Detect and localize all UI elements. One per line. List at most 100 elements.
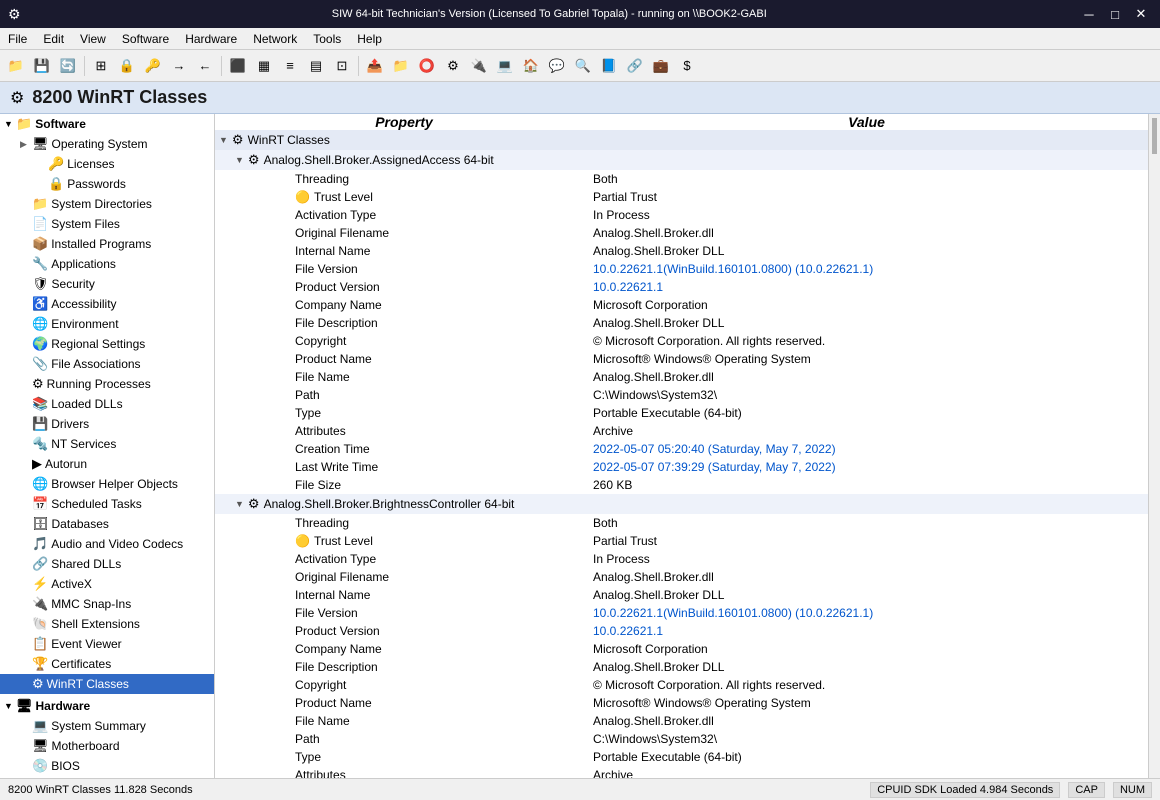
toolbar-btn-5[interactable]: ⊡ <box>330 54 354 78</box>
close-button[interactable]: ✕ <box>1130 4 1152 24</box>
sidebar-item-environment[interactable]: 🌐 Environment <box>0 314 214 334</box>
toolbar-back-btn[interactable]: ← <box>193 54 217 78</box>
sidebar-item-motherboard[interactable]: 🖥 Motherboard <box>0 736 214 756</box>
sidebar-item-drivers[interactable]: 💾 Drivers <box>0 414 214 434</box>
toolbar-case-btn[interactable]: 💼 <box>649 54 673 78</box>
sidebar-item-browser-helper-objects[interactable]: 🌐 Browser Helper Objects <box>0 474 214 494</box>
winrt-classes-root-row[interactable]: ▼ ⚙ WinRT Classes <box>215 130 1148 150</box>
toolbar-home-btn[interactable]: 🏠 <box>519 54 543 78</box>
toolbar-btn-3[interactable]: ≡ <box>278 54 302 78</box>
toolbar-plug-btn[interactable]: 🔌 <box>467 54 491 78</box>
scrollbar-thumb[interactable] <box>1150 116 1159 156</box>
toolbar-forward-btn[interactable]: → <box>167 54 191 78</box>
menu-item-edit[interactable]: Edit <box>35 30 72 48</box>
sidebar-item-event-viewer[interactable]: 📋 Event Viewer <box>0 634 214 654</box>
toolbar-key-btn[interactable]: 🔑 <box>141 54 165 78</box>
menu-item-tools[interactable]: Tools <box>305 30 349 48</box>
sidebar-item-applications[interactable]: 🔧 Applications <box>0 254 214 274</box>
val-company-name: Microsoft Corporation <box>585 296 1148 314</box>
sidebar-item-loaded-dlls[interactable]: 📚 Loaded DLLs <box>0 394 214 414</box>
toolbar-gear-btn[interactable]: ⚙ <box>441 54 465 78</box>
toolbar-link-btn[interactable]: 🔗 <box>623 54 647 78</box>
sidebar-item-file-associations[interactable]: 📎 File Associations <box>0 354 214 374</box>
sidebar-item-security[interactable]: 🛡 Security <box>0 274 214 294</box>
processes-icon: ⚙ <box>32 376 44 392</box>
mmc-icon: 🔌 <box>32 596 48 612</box>
sidebar-item-certificates[interactable]: 🏆 Certificates <box>0 654 214 674</box>
toolbar-search-btn[interactable]: 🔍 <box>571 54 595 78</box>
sidebar-item-audio-video[interactable]: 🎵 Audio and Video Codecs <box>0 534 214 554</box>
val-last-write-time: 2022-05-07 07:39:29 (Saturday, May 7, 20… <box>585 458 1148 476</box>
prop2-file-version: File Version <box>215 604 585 622</box>
sidebar-item-label: Loaded DLLs <box>51 397 122 411</box>
sidebar-item-accessibility[interactable]: ♿ Accessibility <box>0 294 214 314</box>
sidebar-item-licenses[interactable]: 🔑 Licenses <box>0 154 214 174</box>
toolbar-folder-btn[interactable]: 📁 <box>389 54 413 78</box>
menu-item-network[interactable]: Network <box>245 30 305 48</box>
sidebar-item-label: Databases <box>52 517 109 531</box>
sidebar-item-operating-system[interactable]: ▶ 🖥 Operating System <box>0 134 214 154</box>
sidebar-item-nt-services[interactable]: 🔩 NT Services <box>0 434 214 454</box>
toolbar-book-btn[interactable]: 📘 <box>597 54 621 78</box>
sidebar-item-shell-extensions[interactable]: 🐚 Shell Extensions <box>0 614 214 634</box>
content-area: Property Value ▼ ⚙ WinRT Classes <box>215 114 1148 778</box>
toolbar-export-btn[interactable]: 📤 <box>363 54 387 78</box>
val2-product-name: Microsoft® Windows® Operating System <box>585 694 1148 712</box>
toolbar-btn-1[interactable]: ⬛ <box>226 54 250 78</box>
sidebar-item-winrt-classes[interactable]: ⚙ WinRT Classes <box>0 674 214 694</box>
maximize-button[interactable]: □ <box>1104 4 1126 24</box>
toolbar-circle-btn[interactable]: ⭕ <box>415 54 439 78</box>
sidebar-section-software[interactable]: ▼ 📁 Software <box>0 114 214 134</box>
table-row: Original Filename Analog.Shell.Broker.dl… <box>215 224 1148 242</box>
minimize-button[interactable]: ─ <box>1078 4 1100 24</box>
sidebar-item-label: File Associations <box>51 357 140 371</box>
toolbar-pc-btn[interactable]: 💻 <box>493 54 517 78</box>
sidebar-item-scheduled-tasks[interactable]: 📅 Scheduled Tasks <box>0 494 214 514</box>
val-type: Portable Executable (64-bit) <box>585 404 1148 422</box>
sidebar-item-system-summary[interactable]: 💻 System Summary <box>0 716 214 736</box>
table-row: File Name Analog.Shell.Broker.dll <box>215 368 1148 386</box>
toolbar-grid-btn[interactable]: ⊞ <box>89 54 113 78</box>
expand-hardware-icon: ▼ <box>4 701 14 711</box>
sidebar-item-installed-programs[interactable]: 📦 Installed Programs <box>0 234 214 254</box>
sidebar-item-activex[interactable]: ⚡ ActiveX <box>0 574 214 594</box>
sidebar-item-passwords[interactable]: 🔒 Passwords <box>0 174 214 194</box>
sidebar-item-shared-dlls[interactable]: 🔗 Shared DLLs <box>0 554 214 574</box>
menu-item-hardware[interactable]: Hardware <box>177 30 245 48</box>
toolbar-save-btn[interactable]: 💾 <box>30 54 54 78</box>
sidebar-item-regional-settings[interactable]: 🌍 Regional Settings <box>0 334 214 354</box>
sidebar-item-label: Applications <box>51 257 116 271</box>
prop-product-version: Product Version <box>215 278 585 296</box>
titlebar-title: SIW 64-bit Technician's Version (License… <box>21 8 1078 20</box>
toolbar-open-btn[interactable]: 📁 <box>4 54 28 78</box>
menu-item-file[interactable]: File <box>0 30 35 48</box>
sidebar-item-running-processes[interactable]: ⚙ Running Processes <box>0 374 214 394</box>
menu-item-view[interactable]: View <box>72 30 114 48</box>
sidebar-section-hardware[interactable]: ▼ 🖥 Hardware <box>0 696 214 716</box>
val-file-version: 10.0.22621.1(WinBuild.160101.0800) (10.0… <box>585 260 1148 278</box>
toolbar-dollar-btn[interactable]: $ <box>675 54 699 78</box>
menubar: FileEditViewSoftwareHardwareNetworkTools… <box>0 28 1160 50</box>
val2-internal-name: Analog.Shell.Broker DLL <box>585 586 1148 604</box>
vertical-scrollbar[interactable] <box>1148 114 1160 778</box>
toolbar-lock-btn[interactable]: 🔒 <box>115 54 139 78</box>
toolbar-btn-4[interactable]: ▤ <box>304 54 328 78</box>
menu-item-software[interactable]: Software <box>114 30 177 48</box>
val2-path: C:\Windows\System32\ <box>585 730 1148 748</box>
sidebar-item-bios[interactable]: 💿 BIOS <box>0 756 214 776</box>
sidebar-item-mmc-snap-ins[interactable]: 🔌 MMC Snap-Ins <box>0 594 214 614</box>
class2-header-row[interactable]: ▼ ⚙ Analog.Shell.Broker.BrightnessContro… <box>215 494 1148 514</box>
shareddlls-icon: 🔗 <box>32 556 48 572</box>
sidebar-item-databases[interactable]: 🗄 Databases <box>0 514 214 534</box>
prop-file-description: File Description <box>215 314 585 332</box>
class1-header-row[interactable]: ▼ ⚙ Analog.Shell.Broker.AssignedAccess 6… <box>215 150 1148 170</box>
table-row: Company Name Microsoft Corporation <box>215 296 1148 314</box>
sidebar-item-system-directories[interactable]: 📁 System Directories <box>0 194 214 214</box>
toolbar-btn-2[interactable]: ▦ <box>252 54 276 78</box>
toolbar-refresh-btn[interactable]: 🔄 <box>56 54 80 78</box>
toolbar-msg-btn[interactable]: 💬 <box>545 54 569 78</box>
sidebar-item-autorun[interactable]: ▶ Autorun <box>0 454 214 474</box>
menu-item-help[interactable]: Help <box>349 30 390 48</box>
sidebar-item-system-files[interactable]: 📄 System Files <box>0 214 214 234</box>
toolbar-sep-3 <box>358 56 359 76</box>
